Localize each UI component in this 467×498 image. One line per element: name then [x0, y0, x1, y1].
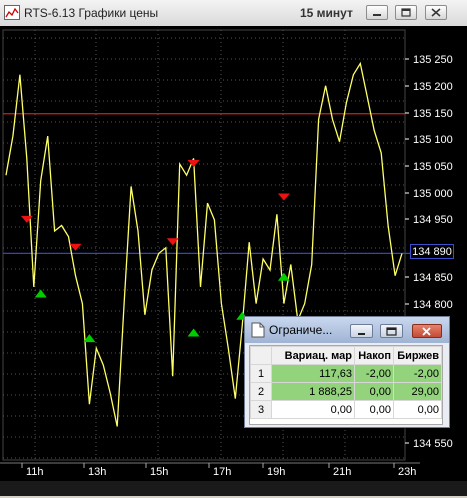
- limits-close-button[interactable]: [412, 324, 442, 338]
- current-price-label: 134 890: [410, 244, 454, 259]
- table-row[interactable]: 3 0,00 0,00 0,00: [250, 400, 442, 419]
- close-icon: [431, 8, 441, 17]
- limits-table[interactable]: Вариац. мар Накоп Биржев 1 117,63 -2,00 …: [249, 345, 443, 425]
- row-number: 3: [250, 400, 272, 419]
- y-tick-label: 135 100: [413, 134, 453, 146]
- buy-marker-icon: [187, 328, 200, 337]
- maximize-button[interactable]: [395, 5, 417, 20]
- table-cell[interactable]: 0,00: [393, 400, 442, 419]
- table-cell[interactable]: 117,63: [271, 364, 355, 383]
- table-cell[interactable]: 1 888,25: [271, 382, 355, 401]
- y-tick-label: 134 800: [413, 299, 453, 311]
- maximize-icon: [401, 8, 411, 17]
- row-number: 2: [250, 382, 272, 401]
- table-cell[interactable]: 0,00: [354, 382, 394, 401]
- table-cell[interactable]: 0,00: [271, 400, 355, 419]
- y-tick-label: 135 050: [413, 161, 453, 173]
- document-icon: [251, 322, 265, 338]
- y-tick-label: 135 200: [413, 81, 453, 93]
- limits-minimize-button[interactable]: [350, 324, 373, 338]
- limits-window[interactable]: Ограниче... Вариац. мар Накоп Биржев 1 1…: [244, 316, 450, 428]
- window-titlebar[interactable]: RTS-6.13 Графики цены 15 минут: [0, 0, 467, 27]
- row-number-header: [250, 346, 272, 365]
- minimize-icon: [358, 333, 365, 335]
- y-tick-label: 135 250: [413, 54, 453, 66]
- x-tick-label: 11h: [26, 466, 44, 478]
- maximize-icon: [386, 327, 397, 336]
- y-tick-label: 135 000: [413, 188, 453, 200]
- table-header-row: Вариац. мар Накоп Биржев: [250, 346, 442, 365]
- close-button[interactable]: [425, 5, 447, 20]
- interval-label[interactable]: 15 минут: [300, 6, 353, 20]
- x-tick-label: 23h: [398, 466, 416, 478]
- sell-marker-icon: [277, 193, 290, 201]
- chart-app-icon: [4, 5, 20, 20]
- table-row[interactable]: 2 1 888,25 0,00 29,00: [250, 382, 442, 401]
- x-tick-label: 15h: [150, 466, 168, 478]
- sell-marker-icon: [20, 215, 33, 223]
- table-cell[interactable]: -2,00: [354, 364, 394, 383]
- y-tick-label: 134 550: [413, 438, 453, 450]
- x-tick-label: 19h: [267, 466, 285, 478]
- table-cell[interactable]: -2,00: [393, 364, 442, 383]
- x-tick-label: 17h: [213, 466, 231, 478]
- table-cell[interactable]: 0,00: [354, 400, 394, 419]
- column-header[interactable]: Вариац. мар: [271, 346, 355, 365]
- row-number: 1: [250, 364, 272, 383]
- table-cell[interactable]: 29,00: [393, 382, 442, 401]
- sell-marker-icon: [187, 160, 200, 168]
- y-tick-label: 135 150: [413, 108, 453, 120]
- close-icon: [422, 327, 431, 336]
- minimize-icon: [373, 14, 381, 16]
- horizontal-scrollbar: [0, 481, 467, 496]
- y-tick-label: 134 850: [413, 272, 453, 284]
- buy-marker-icon: [34, 289, 47, 298]
- column-header[interactable]: Биржев: [393, 346, 442, 365]
- y-tick-label: 134 950: [413, 214, 453, 226]
- limits-window-title: Ограниче...: [269, 323, 333, 337]
- limits-maximize-button[interactable]: [380, 324, 403, 338]
- limits-window-titlebar[interactable]: Ограниче...: [245, 317, 449, 343]
- column-header[interactable]: Накоп: [354, 346, 394, 365]
- x-tick-label: 21h: [333, 466, 351, 478]
- window-title: RTS-6.13 Графики цены: [24, 6, 159, 20]
- minimize-button[interactable]: [366, 5, 388, 20]
- table-row[interactable]: 1 117,63 -2,00 -2,00: [250, 364, 442, 383]
- x-tick-label: 13h: [88, 466, 106, 478]
